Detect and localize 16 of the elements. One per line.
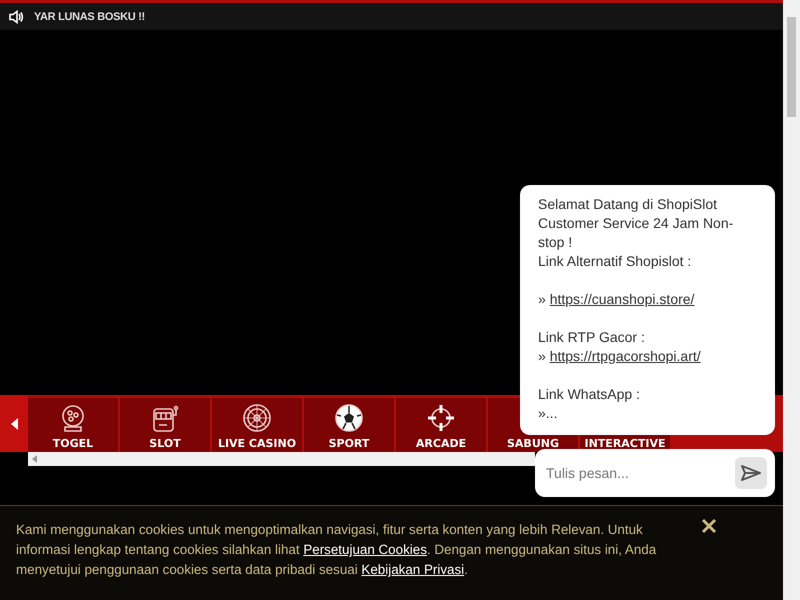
- category-label: SPORT: [328, 437, 370, 450]
- category-label: ARCADE: [416, 437, 466, 450]
- category-label: INTERACTIVE: [584, 437, 666, 450]
- link-line: » https://rtpgacorshopi.art/: [538, 347, 702, 366]
- category-label: TOGEL: [52, 437, 94, 450]
- category-label: SLOT: [149, 437, 181, 450]
- category-label: SABUNG: [507, 437, 559, 450]
- category-label: LIVE CASINO: [218, 437, 296, 450]
- message-text: »...: [538, 404, 558, 423]
- cookie-notice-text: Kami menggunakan cookies untuk mengoptimalkan navigasi, fitur serta konten yang lebih Relevan. Untuk informasi lengkap tentang cookies silahkan lihat Persetujuan Cookies. Dengan menggunakan situs ini, Anda menyetujui penggunaan cookies serta data pribadi sesuai Kebijakan Privasi.: [16, 521, 658, 579]
- marquee-text: YAR LUNAS BOSKU !!: [34, 10, 145, 22]
- message-text: Selamat Datang di ShopiSlot Customer Service 24 Jam Non-stop !: [538, 195, 734, 252]
- message-text: Link RTP Gacor :: [538, 328, 646, 347]
- link-line: » https://cuanshopi.store/: [538, 290, 696, 309]
- message-text: Link WhatsApp :: [538, 385, 641, 404]
- message-text: Link Alternatif Shopislot :: [538, 252, 692, 271]
